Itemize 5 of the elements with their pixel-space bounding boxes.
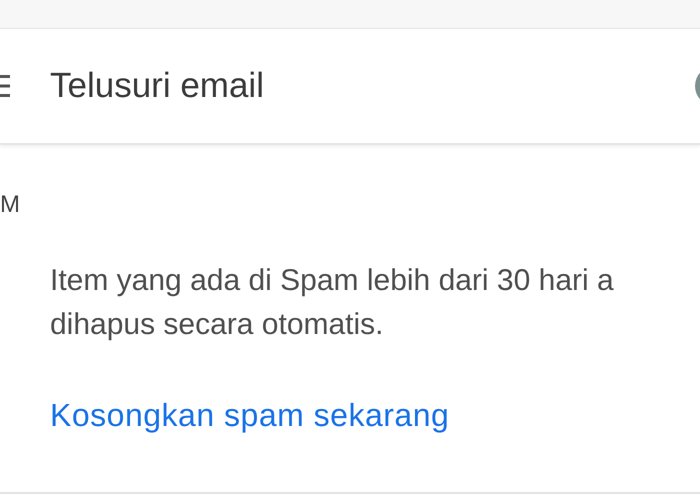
folder-label: M [0, 191, 20, 219]
search-field[interactable]: Telusuri email [50, 64, 695, 108]
spam-notice: Item yang ada di Spam lebih dari 30 hari a dihapus secara otomatis. [50, 263, 615, 343]
menu-icon[interactable] [0, 75, 10, 97]
empty-spam-link[interactable]: Kosongkan spam sekarang [50, 397, 450, 434]
